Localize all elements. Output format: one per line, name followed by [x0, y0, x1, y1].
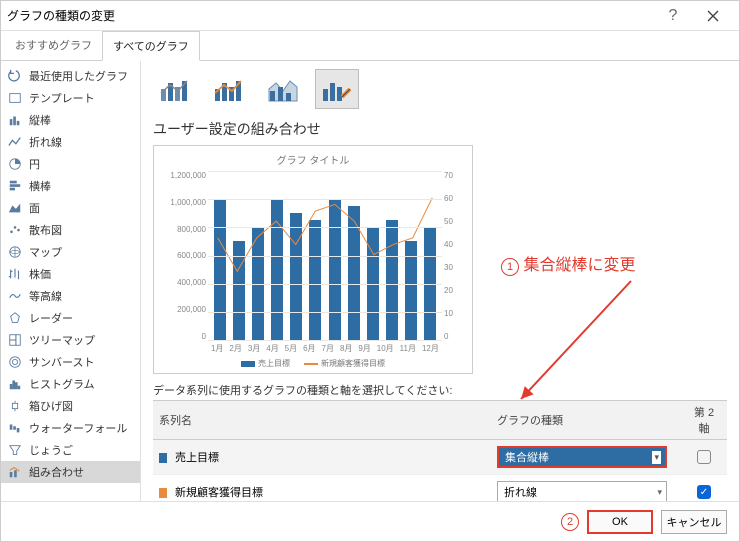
sidebar-label: 組み合わせ	[29, 464, 84, 480]
sidebar-item-treemap[interactable]: ツリーマップ	[1, 329, 140, 351]
area-chart-icon	[7, 200, 23, 216]
cancel-button[interactable]: キャンセル	[661, 510, 727, 534]
sidebar-item-waterfall[interactable]: ウォーターフォール	[1, 417, 140, 439]
sidebar-label: マップ	[29, 244, 62, 260]
chart-type-select[interactable]: 折れ線▾	[497, 481, 667, 501]
series-name: 新規顧客獲得目標	[175, 487, 263, 499]
close-button[interactable]	[693, 2, 733, 30]
secondary-axis-checkbox[interactable]	[697, 450, 711, 464]
sidebar-item-line[interactable]: 折れ線	[1, 131, 140, 153]
sidebar-label: 折れ線	[29, 134, 62, 150]
sidebar-item-funnel[interactable]: じょうご	[1, 439, 140, 461]
sidebar-label: 等高線	[29, 288, 62, 304]
chevron-down-icon: ▾	[652, 451, 661, 464]
boxwhisker-icon	[7, 398, 23, 414]
series-name: 売上目標	[175, 452, 219, 464]
sidebar-label: 株価	[29, 266, 51, 282]
chart-preview: グラフ タイトル 1,200,0001,000,000800,000600,00…	[153, 145, 473, 374]
sidebar-item-map[interactable]: マップ	[1, 241, 140, 263]
sidebar-label: レーダー	[29, 310, 73, 326]
funnel-icon	[7, 442, 23, 458]
sidebar-item-radar[interactable]: レーダー	[1, 307, 140, 329]
sidebar-label: テンプレート	[29, 90, 95, 106]
series-color-swatch	[159, 453, 167, 463]
sidebar-item-sunburst[interactable]: サンバースト	[1, 351, 140, 373]
series-color-swatch	[159, 488, 167, 498]
combo-chart-icon	[7, 464, 23, 480]
sidebar-item-scatter[interactable]: 散布図	[1, 219, 140, 241]
secondary-axis-checkbox[interactable]: ✓	[697, 485, 711, 499]
sidebar-label: ウォーターフォール	[29, 420, 127, 436]
radar-chart-icon	[7, 310, 23, 326]
combo-subtype-1[interactable]	[153, 69, 197, 109]
sidebar-item-template[interactable]: テンプレート	[1, 87, 140, 109]
sidebar-item-pie[interactable]: 円	[1, 153, 140, 175]
chart-type-select[interactable]: 集合縦棒▾	[497, 446, 667, 468]
pie-chart-icon	[7, 156, 23, 172]
chevron-down-icon: ▾	[657, 487, 662, 498]
surface-chart-icon	[7, 288, 23, 304]
sunburst-icon	[7, 354, 23, 370]
chart-plot-area	[208, 171, 442, 341]
recent-icon	[7, 68, 23, 84]
sidebar-label: 最近使用したグラフ	[29, 68, 128, 84]
y-axis-left: 1,200,0001,000,000800,000600,000400,0002…	[164, 171, 208, 341]
template-icon	[7, 90, 23, 106]
series-table: 系列名 グラフの種類 第 2 軸 売上目標 集合縦棒▾ 新規顧客獲得目標 折れ線…	[153, 400, 727, 501]
col-series-name: 系列名	[153, 401, 491, 440]
sidebar-label: 円	[29, 156, 40, 172]
sidebar-label: ツリーマップ	[29, 332, 95, 348]
dialog-title: グラフの種類の変更	[7, 7, 653, 24]
col-chart-type: グラフの種類	[491, 401, 681, 440]
combo-subtype-custom[interactable]	[315, 69, 359, 109]
sidebar-item-stock[interactable]: 株価	[1, 263, 140, 285]
col-secondary-axis: 第 2 軸	[681, 401, 727, 440]
sidebar-item-histogram[interactable]: ヒストグラム	[1, 373, 140, 395]
sidebar-label: 横棒	[29, 178, 51, 194]
sidebar-item-column[interactable]: 縦棒	[1, 109, 140, 131]
map-icon	[7, 244, 23, 260]
bar-chart-icon	[7, 178, 23, 194]
annotation-2: 2	[561, 513, 579, 531]
section-title: ユーザー設定の組み合わせ	[153, 119, 727, 139]
treemap-icon	[7, 332, 23, 348]
combo-subtype-3[interactable]	[261, 69, 305, 109]
sidebar-label: 散布図	[29, 222, 62, 238]
sidebar-label: 面	[29, 200, 40, 216]
sidebar-item-boxwhisker[interactable]: 箱ひげ図	[1, 395, 140, 417]
stock-chart-icon	[7, 266, 23, 282]
sidebar-label: じょうご	[29, 442, 73, 458]
series-row: 売上目標 集合縦棒▾	[153, 440, 727, 475]
combo-subtype-2[interactable]	[207, 69, 251, 109]
tab-all-charts[interactable]: すべてのグラフ	[102, 31, 200, 61]
y-axis-right: 706050403020100	[442, 171, 462, 341]
sidebar-item-bar[interactable]: 横棒	[1, 175, 140, 197]
ok-button[interactable]: OK	[587, 510, 653, 534]
sidebar-label: サンバースト	[29, 354, 94, 370]
chart-title: グラフ タイトル	[164, 152, 462, 167]
sidebar-label: ヒストグラム	[29, 376, 95, 392]
chart-type-sidebar: 最近使用したグラフ テンプレート 縦棒 折れ線 円 横棒 面 散布図 マップ 株…	[1, 61, 141, 501]
sidebar-item-surface[interactable]: 等高線	[1, 285, 140, 307]
sidebar-item-area[interactable]: 面	[1, 197, 140, 219]
help-button[interactable]: ?	[653, 2, 693, 30]
histogram-icon	[7, 376, 23, 392]
annotation-1: 1 集合縦棒に変更	[501, 251, 635, 276]
waterfall-icon	[7, 420, 23, 436]
line-chart-icon	[7, 134, 23, 150]
tab-recommended[interactable]: おすすめグラフ	[5, 31, 102, 60]
sidebar-item-recent[interactable]: 最近使用したグラフ	[1, 65, 140, 87]
sidebar-label: 縦棒	[29, 112, 51, 128]
sidebar-item-combo[interactable]: 組み合わせ	[1, 461, 140, 483]
sidebar-label: 箱ひげ図	[29, 398, 73, 414]
column-chart-icon	[7, 112, 23, 128]
scatter-chart-icon	[7, 222, 23, 238]
series-row: 新規顧客獲得目標 折れ線▾ ✓	[153, 475, 727, 502]
